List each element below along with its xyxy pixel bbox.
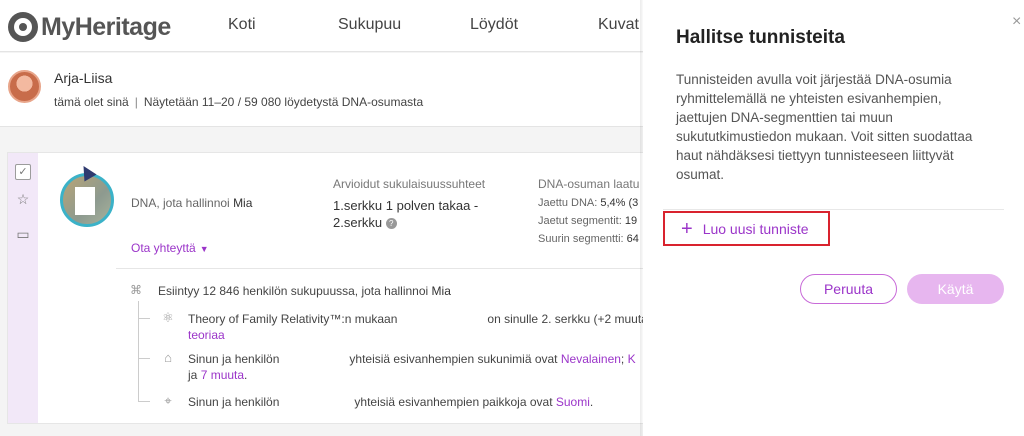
plus-icon: + bbox=[681, 217, 693, 240]
select-checkbox[interactable]: ✓ bbox=[15, 164, 31, 180]
places-row: Sinun ja henkilön yhteisiä esivanhempien … bbox=[188, 395, 594, 409]
manager-name[interactable]: Mia bbox=[233, 196, 252, 210]
apply-button[interactable]: Käytä bbox=[907, 274, 1004, 304]
largest-segment-value: 64 bbox=[626, 233, 639, 245]
theory-row: Theory of Family Relativity™:n mukaan on … bbox=[188, 311, 655, 343]
match-photo[interactable] bbox=[60, 173, 114, 227]
caret-down-icon: ▼ bbox=[199, 244, 209, 254]
largest-segment-row: Suurin segmentti: 64 bbox=[538, 233, 639, 245]
managed-by-text: DNA, jota hallinnoi Mia bbox=[131, 196, 252, 210]
logo-text: MyHeritage bbox=[41, 12, 171, 41]
shared-dna-row: Jaettu DNA: 5,4% (3 bbox=[538, 197, 638, 209]
surnames-more-prefix: ja bbox=[188, 368, 198, 382]
relationship-value: 1.serkku 1 polven takaa - 2.serkku ? bbox=[333, 197, 493, 231]
nav-photos[interactable]: Kuvat bbox=[598, 16, 639, 34]
surnames-text-b: yhteisiä esivanhempien sukunimiä ovat bbox=[349, 352, 558, 366]
largest-segment-label: Suurin segmentti: bbox=[538, 233, 624, 245]
theory-text-b: on sinulle 2. serkku (+2 muuta t bbox=[487, 312, 655, 326]
place-link-suomi[interactable]: Suomi bbox=[556, 395, 590, 409]
meta-separator: | bbox=[134, 95, 138, 109]
family-tree-icon: ⌘ bbox=[130, 283, 142, 297]
comment-icon[interactable]: ▭ bbox=[15, 226, 31, 242]
shared-segments-value: 19 bbox=[624, 215, 638, 227]
surname-link-k[interactable]: K bbox=[628, 352, 636, 366]
shared-segments-row: Jaetut segmentit: 19 bbox=[538, 215, 637, 227]
connector-tick bbox=[138, 318, 150, 319]
atom-icon: ⚛ bbox=[162, 310, 174, 325]
nav-discoveries[interactable]: Löydöt bbox=[470, 16, 518, 34]
tree-prefix: Esiintyy 12 846 henkilön sukupuussa, jot… bbox=[158, 284, 429, 298]
surnames-more-link[interactable]: 7 muuta bbox=[201, 368, 244, 382]
create-tag-label: Luo uusi tunniste bbox=[702, 220, 809, 237]
you-label: tämä olet sinä bbox=[54, 95, 129, 109]
panel-title: Hallitse tunnisteita bbox=[676, 27, 845, 48]
card-action-rail: ✓ ☆ ▭ bbox=[8, 153, 38, 423]
photo-redaction bbox=[75, 187, 95, 215]
create-tag-button[interactable]: + Luo uusi tunniste bbox=[663, 211, 830, 246]
logo-mark-icon bbox=[8, 12, 38, 42]
managed-prefix: DNA, jota hallinnoi bbox=[131, 196, 230, 210]
star-icon[interactable]: ☆ bbox=[15, 191, 31, 207]
places-text-b: yhteisiä esivanhempien paikkoja ovat bbox=[354, 395, 553, 409]
profile-name: Arja-Liisa bbox=[54, 70, 113, 86]
surnames-text-a: Sinun ja henkilön bbox=[188, 352, 280, 366]
dna-match-card: ✓ ☆ ▭ DNA, jota hallinnoi Mia Ota yhteyt… bbox=[7, 152, 668, 424]
nav-home[interactable]: Koti bbox=[228, 16, 256, 34]
contact-dropdown[interactable]: Ota yhteyttä ▼ bbox=[131, 241, 209, 255]
shared-dna-value: 5,4% (3 bbox=[600, 197, 639, 209]
myheritage-logo[interactable]: MyHeritage bbox=[8, 12, 171, 42]
panel-divider bbox=[663, 209, 1004, 210]
contact-label: Ota yhteyttä bbox=[131, 241, 196, 255]
surname-link-nevalainen[interactable]: Nevalainen bbox=[561, 352, 621, 366]
help-icon[interactable]: ? bbox=[385, 218, 397, 230]
tree-manager[interactable]: Mia bbox=[432, 284, 451, 298]
places-text-a: Sinun ja henkilön bbox=[188, 395, 280, 409]
shared-segments-label: Jaetut segmentit: bbox=[538, 215, 622, 227]
surnames-row: Sinun ja henkilön yhteisiä esivanhempien … bbox=[188, 352, 636, 382]
card-divider bbox=[116, 268, 668, 269]
panel-description: Tunnisteiden avulla voit järjestää DNA-o… bbox=[676, 72, 973, 182]
tree-info: Esiintyy 12 846 henkilön sukupuussa, jot… bbox=[158, 284, 451, 298]
nav-family-tree[interactable]: Sukupuu bbox=[338, 16, 401, 34]
theory-text-a: Theory of Family Relativity™:n mukaan bbox=[188, 312, 398, 326]
close-icon[interactable]: × bbox=[1012, 14, 1021, 30]
tree-connector bbox=[138, 301, 139, 401]
connector-tick bbox=[138, 401, 150, 402]
relationship-title: Arvioidut sukulaisuussuhteet bbox=[333, 177, 486, 191]
results-count: Näytetään 11–20 / 59 080 löydetystä DNA-… bbox=[143, 95, 424, 109]
user-avatar[interactable] bbox=[8, 70, 41, 103]
shared-dna-label: Jaettu DNA: bbox=[538, 197, 598, 209]
profile-meta: tämä olet sinä | Näytetään 11–20 / 59 080 … bbox=[54, 95, 423, 109]
connector-tick bbox=[138, 358, 150, 359]
quality-title-text: DNA-osuman laatu bbox=[538, 177, 640, 191]
manage-tags-panel: × Hallitse tunnisteita Tunnisteiden avul… bbox=[643, 0, 1024, 436]
cancel-button[interactable]: Peruuta bbox=[800, 274, 897, 304]
relationship-text: 1.serkku 1 polven takaa - 2.serkku bbox=[333, 198, 479, 230]
theory-link[interactable]: teoriaa bbox=[188, 328, 225, 342]
location-pin-icon: ⌖ bbox=[164, 393, 172, 408]
quality-title: DNA-osuman laatu bbox=[538, 177, 654, 191]
tag-icon: ⌂ bbox=[164, 350, 172, 365]
